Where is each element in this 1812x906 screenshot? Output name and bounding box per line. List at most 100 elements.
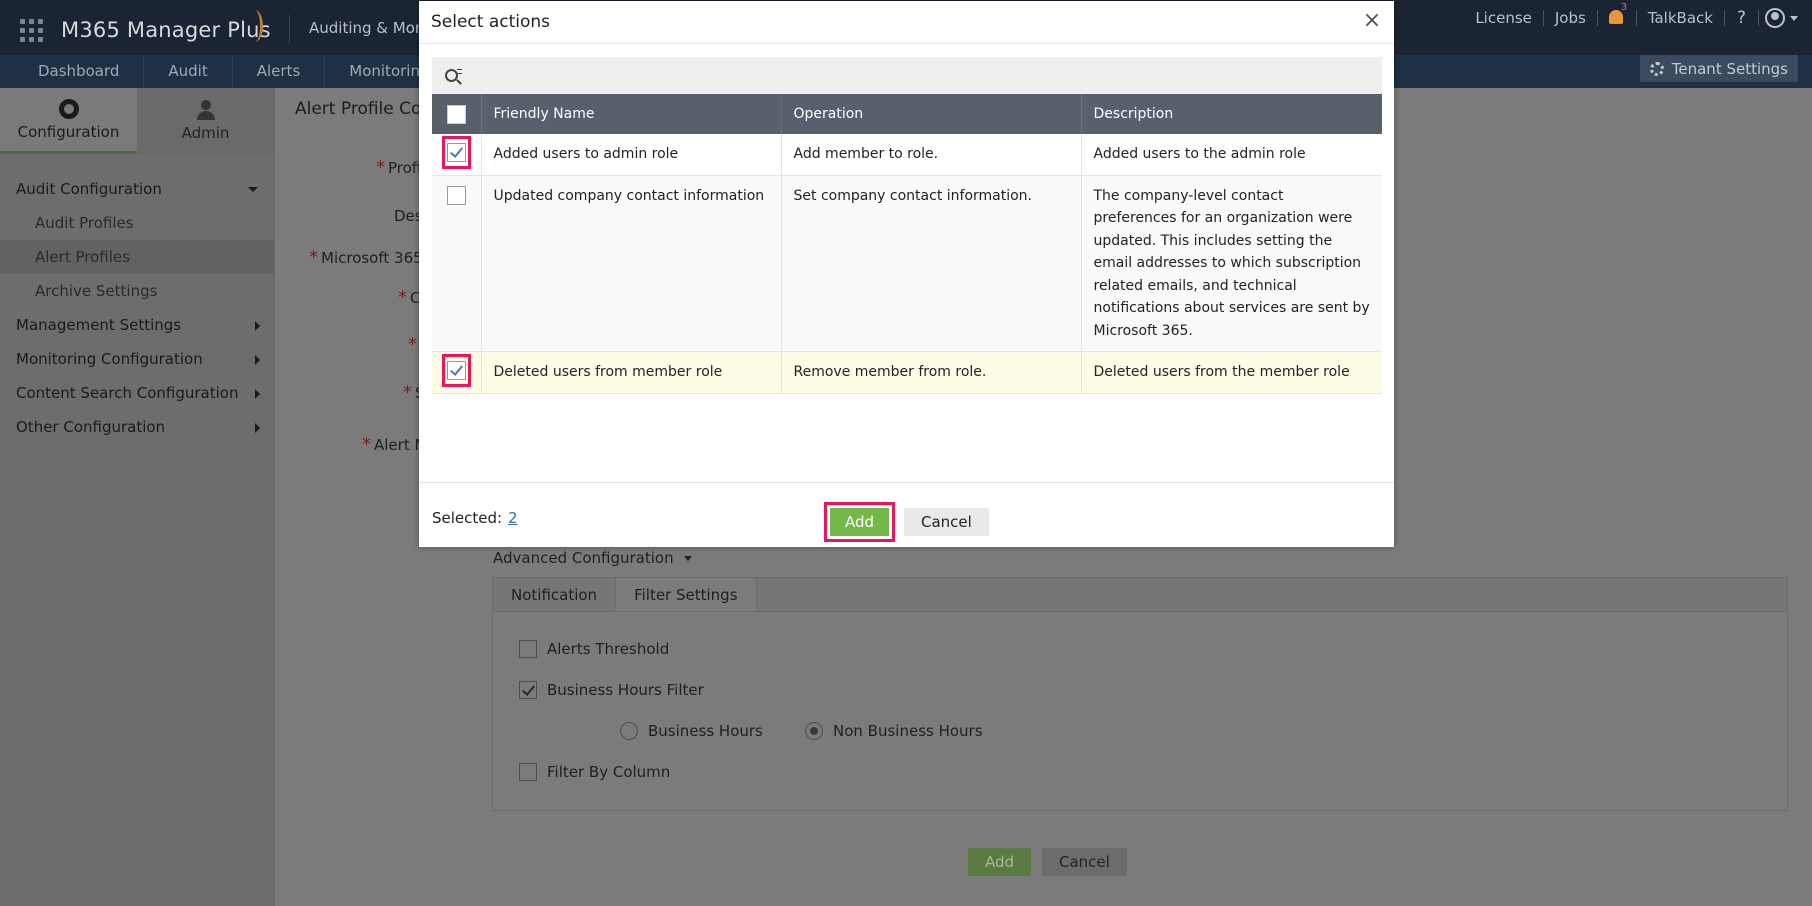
column-header-operation[interactable]: Operation <box>781 94 1082 134</box>
user-menu[interactable] <box>1759 8 1812 28</box>
cancel-button[interactable]: Cancel <box>904 508 989 536</box>
sidebar-section-audit-configuration[interactable]: Audit Configuration <box>0 172 274 206</box>
advanced-configuration-label: Advanced Configuration <box>493 549 674 567</box>
tab-alerts[interactable]: Alerts <box>233 55 326 88</box>
column-header-friendly-name[interactable]: Friendly Name <box>481 94 782 134</box>
tab-notification[interactable]: Notification <box>493 578 617 611</box>
business-hours-radio[interactable] <box>620 722 638 740</box>
sidebar-tab-label: Configuration <box>17 122 120 141</box>
sidebar-section-content-search-configuration[interactable]: Content Search Configuration <box>0 376 274 410</box>
add-button[interactable]: Add <box>830 508 890 536</box>
chevron-down-icon <box>683 555 692 561</box>
table-row[interactable]: Updated company contact information Set … <box>432 175 1382 352</box>
app-grid-icon[interactable] <box>20 19 43 42</box>
chevron-right-icon <box>255 389 260 399</box>
form-label-microsoft-365: * Microsoft 365 <box>309 247 423 268</box>
form-label-profile: * Profi <box>376 157 422 178</box>
chevron-down-icon <box>1790 15 1798 21</box>
business-hours-radio-option[interactable]: Business Hours <box>620 722 763 740</box>
filter-by-column-checkbox[interactable] <box>519 763 537 781</box>
sidebar-section-label: Content Search Configuration <box>16 384 239 402</box>
search-bar <box>432 57 1382 94</box>
talkback-link[interactable]: TalkBack <box>1637 9 1724 27</box>
non-business-hours-radio-option[interactable]: Non Business Hours <box>805 722 983 740</box>
sidebar-tab-label: Admin <box>181 124 230 142</box>
top-links: License Jobs 3 TalkBack ? <box>1464 0 1812 36</box>
row-checkbox[interactable] <box>446 360 466 380</box>
business-hours-filter-option[interactable]: Business Hours Filter <box>519 681 704 699</box>
page-add-button[interactable]: Add <box>968 848 1032 876</box>
row-checkbox[interactable] <box>446 142 466 162</box>
page-cancel-button[interactable]: Cancel <box>1042 848 1127 876</box>
select-all-checkbox[interactable] <box>446 104 466 124</box>
selected-label: Selected: <box>432 509 503 527</box>
highlight-marker <box>441 354 471 387</box>
brand-logo-icon <box>247 10 263 42</box>
sidebar-item-archive-settings[interactable]: Archive Settings <box>0 274 274 308</box>
jobs-link[interactable]: Jobs <box>1544 9 1597 27</box>
filter-by-column-option[interactable]: Filter By Column <box>519 763 670 781</box>
sidebar-item-audit-profiles[interactable]: Audit Profiles <box>0 206 274 240</box>
cell-description: Added users to the admin role <box>1081 134 1382 176</box>
alerts-threshold-option[interactable]: Alerts Threshold <box>519 640 669 658</box>
divider <box>1596 10 1598 26</box>
notifications-button[interactable]: 3 <box>1606 2 1628 28</box>
admin-icon <box>196 100 216 120</box>
option-label: Filter By Column <box>547 763 671 781</box>
sidebar-tab-configuration[interactable]: Configuration <box>0 88 137 154</box>
tab-audit[interactable]: Audit <box>144 55 233 88</box>
row-checkbox-cell <box>432 351 482 394</box>
dialog-header: Select actions × <box>419 1 1394 44</box>
row-checkbox-cell <box>432 175 482 352</box>
divider <box>289 15 290 43</box>
cell-description: The company-level contact preferences fo… <box>1081 175 1382 352</box>
sidebar: Configuration Admin Audit Configuration … <box>0 88 275 906</box>
cell-friendly-name: Added users to admin role <box>481 134 782 176</box>
select-actions-dialog: Select actions × Friendly Name Operation… <box>419 1 1394 547</box>
close-icon[interactable]: × <box>1360 9 1384 33</box>
alerts-threshold-checkbox[interactable] <box>519 640 537 658</box>
selected-count-link[interactable]: 2 <box>508 509 518 527</box>
sidebar-section-monitoring-configuration[interactable]: Monitoring Configuration <box>0 342 274 376</box>
row-checkbox[interactable] <box>446 186 466 205</box>
sidebar-section-other-configuration[interactable]: Other Configuration <box>0 410 274 444</box>
chevron-right-icon <box>255 321 260 331</box>
column-header-description[interactable]: Description <box>1081 94 1382 134</box>
row-checkbox-cell <box>432 134 482 176</box>
product-name: Auditing & Moni <box>309 19 429 37</box>
tab-dashboard[interactable]: Dashboard <box>14 55 145 88</box>
option-label: Non Business Hours <box>833 722 983 740</box>
sidebar-tab-admin[interactable]: Admin <box>137 88 274 154</box>
business-hours-filter-checkbox[interactable] <box>519 681 537 699</box>
tenant-settings-button[interactable]: Tenant Settings <box>1639 55 1798 82</box>
advanced-configuration-panel: Notification Filter Settings Alerts Thre… <box>492 577 1788 811</box>
chevron-down-icon <box>248 187 258 192</box>
cell-friendly-name: Updated company contact information <box>481 175 782 352</box>
form-label-alert-message: * Alert M <box>362 434 428 455</box>
cell-operation: Add member to role. <box>781 134 1082 176</box>
notification-count: 3 <box>1620 2 1628 13</box>
non-business-hours-radio[interactable] <box>805 722 823 740</box>
chevron-right-icon <box>255 355 260 365</box>
sidebar-section-management-settings[interactable]: Management Settings <box>0 308 274 342</box>
cell-operation: Remove member from role. <box>781 351 1082 394</box>
license-link[interactable]: License <box>1464 9 1543 27</box>
form-label-category: * C <box>398 287 421 308</box>
help-icon[interactable]: ? <box>1725 8 1758 28</box>
option-label: Business Hours Filter <box>547 681 704 699</box>
advanced-configuration-toggle[interactable]: Advanced Configuration <box>493 549 692 567</box>
table-row[interactable]: Deleted users from member role Remove me… <box>432 351 1382 394</box>
gear-icon <box>1649 61 1664 76</box>
highlight-marker: Add <box>824 502 896 542</box>
table-row[interactable]: Added users to admin role Add member to … <box>432 134 1382 176</box>
select-all-cell <box>432 94 482 134</box>
actions-table: Friendly Name Operation Description Adde… <box>432 94 1382 394</box>
search-input[interactable] <box>472 57 1372 94</box>
brand-name: M365 Manager Plus <box>61 18 271 42</box>
tab-filter-settings[interactable]: Filter Settings <box>616 578 757 611</box>
avatar-icon <box>1765 8 1785 28</box>
sidebar-item-alert-profiles[interactable]: Alert Profiles <box>0 240 274 274</box>
sidebar-section-label: Monitoring Configuration <box>16 350 203 368</box>
gear-icon <box>58 98 79 119</box>
cell-operation: Set company contact information. <box>781 175 1082 352</box>
